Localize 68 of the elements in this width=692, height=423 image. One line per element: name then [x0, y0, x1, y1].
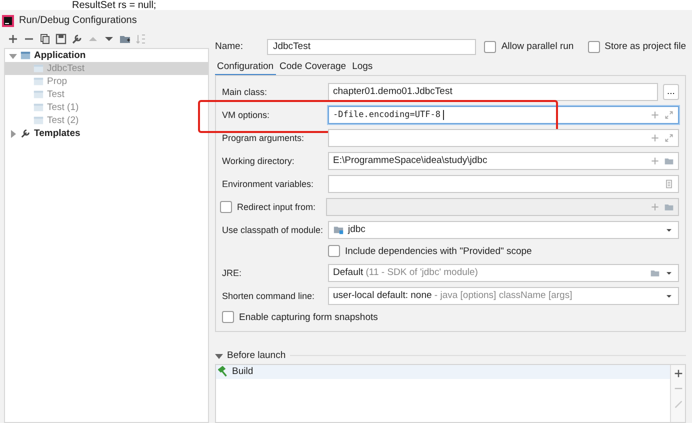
add-icon[interactable] [672, 368, 684, 379]
hammer-icon [218, 366, 229, 378]
checkbox[interactable] [220, 200, 232, 213]
checkbox[interactable] [484, 40, 496, 53]
expand-icon[interactable] [664, 110, 674, 120]
name-field[interactable]: JdbcTest [266, 38, 476, 55]
window-icon [33, 115, 44, 126]
input-field[interactable]: E:\ProgrammeSpace\idea\study\jdbc [328, 152, 679, 170]
field-label: Name: [215, 41, 243, 52]
app-logo-icon [2, 14, 14, 26]
list-icon[interactable] [664, 178, 674, 189]
expand-icon[interactable] [664, 132, 674, 143]
checkbox-label: Store as project file [604, 41, 686, 52]
add-icon[interactable] [7, 33, 19, 45]
dropdown[interactable]: Default (11 - SDK of 'jdbc' module) [328, 264, 679, 282]
window-icon [33, 89, 44, 100]
expand-arrow-icon[interactable] [9, 130, 17, 138]
checkbox-label: Redirect input from: [237, 202, 316, 212]
code-line: ResultSet rs = null; [72, 1, 156, 10]
tree-item[interactable]: Test (2) [5, 114, 208, 127]
window-icon [20, 50, 31, 61]
section-title: Before launch [227, 350, 286, 362]
browse-button[interactable]: ... [663, 84, 679, 100]
dropdown[interactable]: jdbc [328, 220, 679, 239]
input-field[interactable] [326, 198, 679, 216]
tree-item[interactable]: Test (1) [5, 101, 208, 114]
copy-icon[interactable] [39, 33, 51, 45]
folder-icon[interactable] [119, 33, 131, 45]
field-label: Program arguments: [222, 132, 306, 143]
tab[interactable]: Code Coverage [278, 60, 348, 76]
field-value: E:\ProgrammeSpace\idea\study\jdbc [333, 155, 488, 166]
plus-icon[interactable] [650, 132, 660, 143]
window-icon [33, 76, 44, 87]
input-field[interactable] [328, 174, 679, 193]
tree-item[interactable]: Templates [5, 127, 208, 140]
checkbox[interactable] [328, 245, 340, 258]
checkbox[interactable] [588, 40, 600, 53]
expand-arrow-icon[interactable] [9, 52, 17, 60]
plus-icon[interactable] [650, 156, 660, 166]
field-value: chapter01.demo01.JdbcTest [333, 86, 452, 98]
task-list-item[interactable]: Build [216, 364, 670, 379]
wrench-icon[interactable] [71, 33, 83, 45]
wrench-icon [20, 128, 31, 139]
tree-item[interactable]: Application [5, 49, 208, 62]
window-icon [33, 102, 44, 113]
field-label: Working directory: [222, 156, 296, 166]
checkbox[interactable] [222, 311, 234, 324]
expand-arrow-icon[interactable] [215, 352, 223, 360]
field-value: -Dfile.encoding=UTF-8 [333, 110, 440, 120]
tab[interactable]: Logs [350, 60, 375, 76]
checkbox-label: Allow parallel run [501, 41, 574, 52]
field-label: Shorten command line: [222, 290, 316, 301]
plus-icon[interactable] [650, 110, 660, 120]
save-icon[interactable] [55, 33, 67, 45]
checkbox-label: Enable capturing form snapshots [239, 312, 378, 323]
field-label: Use classpath of module: [222, 224, 324, 235]
input-field[interactable]: chapter01.demo01.JdbcTest [328, 82, 658, 101]
field-label: Environment variables: [222, 178, 315, 189]
input-field[interactable] [328, 128, 679, 147]
input-field[interactable]: -Dfile.encoding=UTF-8 [328, 106, 679, 124]
checkbox-label: Include dependencies with "Provided" scope [345, 246, 532, 257]
field-label: VM options: [222, 110, 271, 120]
dropdown[interactable]: user-local default: none - java [options] className [args] [328, 286, 679, 305]
window-icon [33, 63, 44, 74]
window-title: Run/Debug Configurations [19, 15, 137, 26]
field-label: JRE: [222, 268, 243, 278]
plus-icon[interactable] [650, 202, 660, 212]
field-label: Main class: [222, 86, 268, 97]
